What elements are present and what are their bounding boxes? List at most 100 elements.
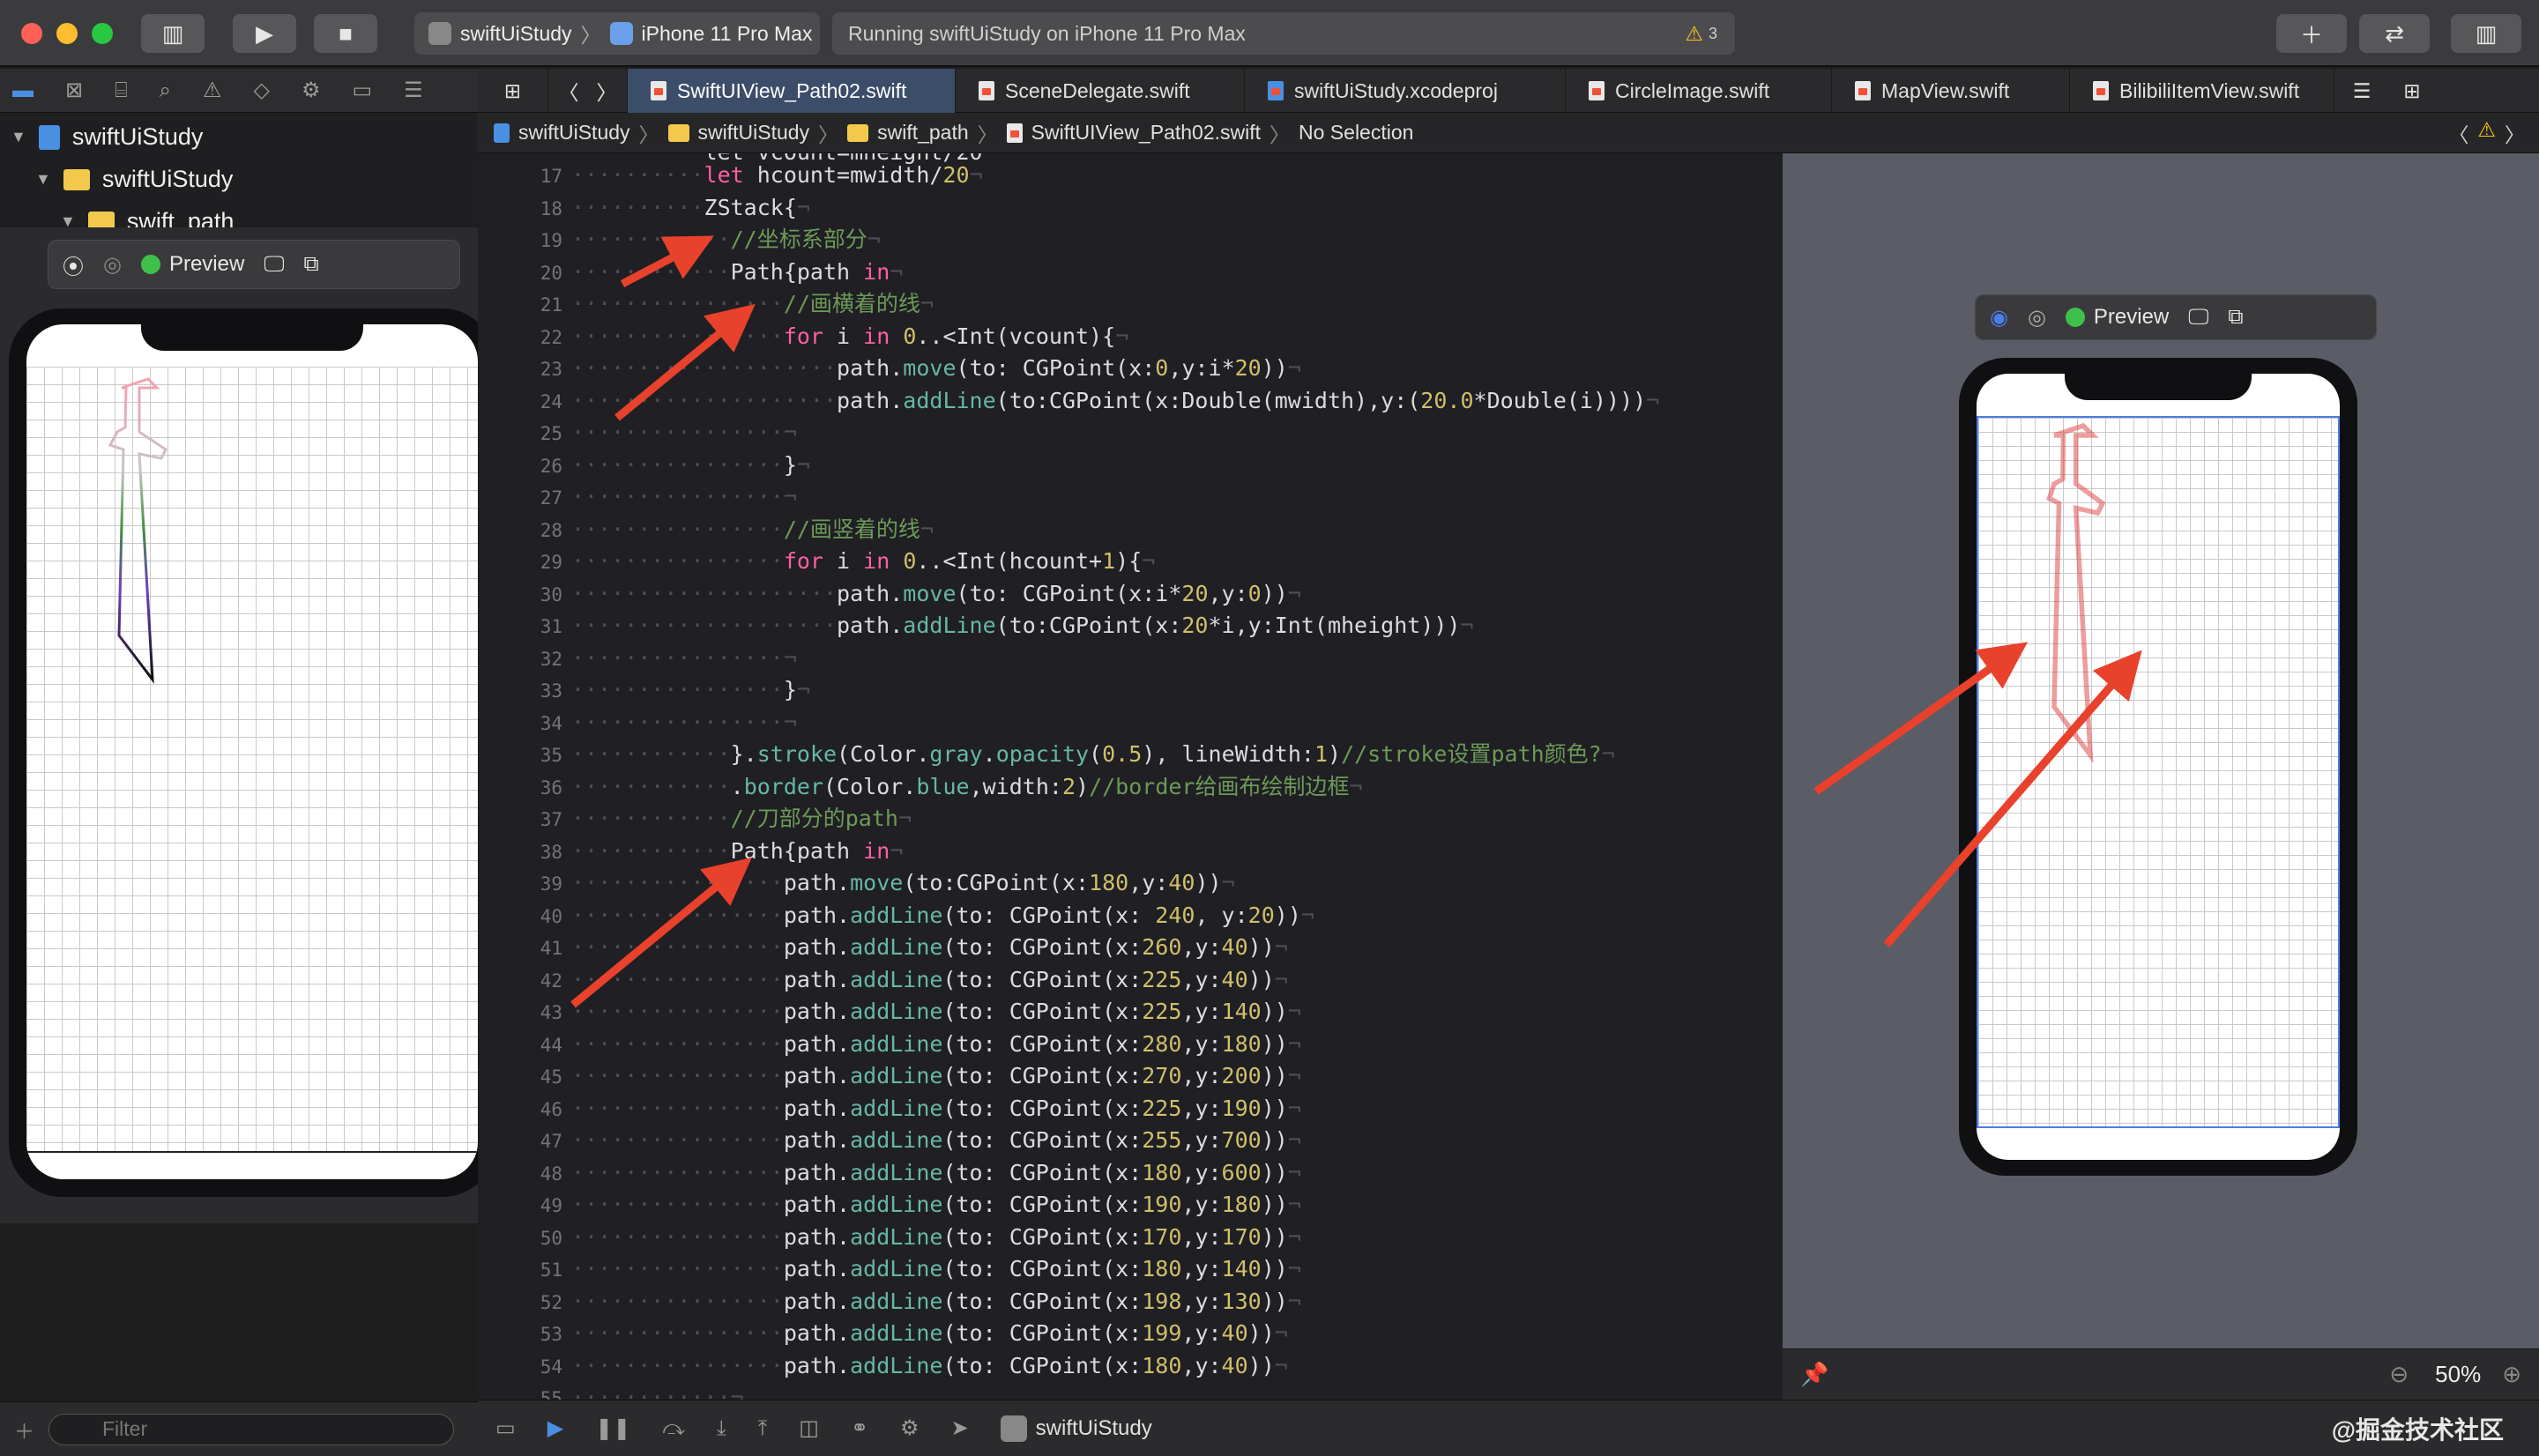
breadcrumb-file[interactable]: SwiftUIView_Path02.swift: [1031, 121, 1261, 145]
breakpoints-icon[interactable]: ▶: [547, 1415, 563, 1441]
breadcrumb-project[interactable]: swiftUiStudy: [518, 121, 630, 145]
swap-icon: ⇄: [2385, 19, 2404, 47]
duplicate-preview-icon[interactable]: ⧉: [2228, 305, 2243, 330]
disclosure-icon[interactable]: ▼: [35, 170, 51, 189]
location-icon[interactable]: ➤: [951, 1415, 969, 1441]
pin-icon[interactable]: 📌: [1800, 1361, 1828, 1388]
preview-canvas: ◉ ◎ Preview 🖵 ⧉: [1783, 153, 2539, 1348]
inspector-toggle-button[interactable]: ▥: [2451, 14, 2521, 53]
tab-circleimage[interactable]: CircleImage.swift: [1566, 69, 1832, 113]
device-settings-icon[interactable]: 🖵: [264, 252, 284, 277]
view-debugger-icon[interactable]: ◫: [799, 1415, 819, 1441]
split-icon: ⊞: [2403, 78, 2421, 102]
duplicate-preview-icon[interactable]: ⧉: [303, 252, 318, 277]
chevron-right-icon[interactable]: 〉: [597, 76, 617, 106]
app-icon: [1000, 1415, 1027, 1442]
pause-icon[interactable]: ❚❚: [595, 1415, 630, 1441]
code-line: ············Path{path in¬: [571, 837, 904, 864]
code-area[interactable]: ··········let vcount=mheight/20 ········…: [571, 153, 1779, 1400]
tab-label: MapView.swift: [1881, 78, 2010, 102]
search-icon[interactable]: ⌕: [160, 78, 171, 103]
editor-options-button[interactable]: ☰: [2334, 69, 2389, 113]
warning-count[interactable]: 3: [1709, 25, 1717, 43]
report-icon[interactable]: ☰: [404, 78, 423, 103]
filter-input[interactable]: Filter: [48, 1413, 454, 1445]
stop-button[interactable]: ■: [314, 14, 377, 53]
step-over-icon[interactable]: ⤼: [662, 1416, 685, 1441]
scheme-selector[interactable]: swiftUiStudy 〉 iPhone 11 Pro Max: [414, 12, 820, 55]
project-icon: [38, 124, 60, 150]
tab-xcodeproj[interactable]: swiftUiStudy.xcodeproj: [1245, 69, 1566, 113]
chevron-right-icon[interactable]: 〉: [2505, 118, 2525, 148]
zoom-level[interactable]: 50%: [2435, 1361, 2481, 1388]
breadcrumb-symbol[interactable]: No Selection: [1299, 121, 1413, 145]
line-number: 46: [540, 1098, 562, 1120]
breadcrumb-subgroup[interactable]: swift_path: [877, 121, 969, 145]
disclosure-icon[interactable]: ▼: [11, 128, 26, 146]
live-preview-icon[interactable]: ◉: [1990, 305, 2008, 331]
line-number: 48: [540, 1163, 562, 1185]
zoom-out-icon[interactable]: ⊖: [2389, 1361, 2409, 1388]
inspect-icon[interactable]: ◎: [103, 252, 122, 278]
library-button[interactable]: ＋: [2276, 14, 2347, 53]
breadcrumb-group[interactable]: swiftUiStudy: [698, 121, 810, 145]
memory-graph-icon[interactable]: ⚭: [851, 1415, 868, 1441]
debug-target[interactable]: swiftUiStudy: [1000, 1415, 1152, 1442]
folder-icon: [847, 123, 869, 142]
inspect-icon[interactable]: ◎: [2028, 305, 2046, 331]
navigator-filter-bar: ＋ Filter: [0, 1401, 478, 1456]
code-review-button[interactable]: ⇄: [2359, 14, 2430, 53]
preview-button[interactable]: Preview: [140, 252, 244, 277]
preview-button[interactable]: Preview: [2065, 305, 2169, 330]
tab-bilibiliitemview[interactable]: BilibiliItemView.swift: [2070, 69, 2334, 113]
warning-icon[interactable]: ⚠: [2477, 118, 2496, 148]
history-nav[interactable]: 〈〉: [548, 69, 628, 113]
add-icon[interactable]: ＋: [14, 1415, 34, 1445]
navigator-toggle-button[interactable]: ▥: [141, 14, 205, 53]
hierarchy-icon[interactable]: ⌸: [115, 78, 127, 103]
step-in-icon[interactable]: ⤓: [717, 1416, 726, 1441]
folder-icon[interactable]: ▬: [12, 78, 34, 103]
breakpoint-icon[interactable]: ▭: [352, 78, 372, 103]
filter-placeholder: Filter: [102, 1417, 148, 1440]
tab-mapview[interactable]: MapView.swift: [1832, 69, 2070, 113]
status-dot: [140, 255, 160, 274]
tab-swiftuiview-path02[interactable]: SwiftUIView_Path02.swift: [628, 69, 956, 113]
navigator-item-group[interactable]: ▼ swiftUiStudy: [35, 166, 233, 193]
line-number: 38: [540, 841, 562, 863]
code-line: ················for i in 0..<Int(hcount+…: [571, 548, 1156, 574]
code-line: ················path.addLine(to: CGPoint…: [571, 1320, 1288, 1346]
run-button[interactable]: ▶: [233, 14, 296, 53]
test-icon[interactable]: ◇: [253, 78, 269, 103]
folder-icon: [667, 123, 689, 142]
scheme-project: swiftUiStudy: [460, 21, 572, 45]
navigator-item-project[interactable]: ▼ swiftUiStudy: [11, 123, 203, 151]
source-editor[interactable]: 17 18 19 20 21 22 23 24 25 26 27 28 29 30 31 32 33 34 35 36…: [478, 153, 1783, 1400]
issue-icon[interactable]: ⚠: [203, 78, 222, 103]
zoom-in-icon[interactable]: ⊕: [2502, 1361, 2521, 1388]
environment-icon[interactable]: ⚙: [900, 1415, 920, 1441]
hide-debug-icon[interactable]: ▭: [495, 1415, 516, 1441]
chevron-left-icon[interactable]: 〈: [559, 76, 579, 106]
source-control-icon[interactable]: ⊠: [65, 78, 83, 103]
tab-scenedelegate[interactable]: SceneDelegate.swift: [956, 69, 1245, 113]
step-out-icon[interactable]: ⤒: [758, 1416, 768, 1441]
app-icon: [428, 22, 451, 45]
tab-label: SwiftUIView_Path02.swift: [677, 78, 907, 102]
project-file-icon: [1268, 81, 1284, 100]
line-number: 19: [540, 230, 562, 251]
minimize-window-button[interactable]: [56, 23, 78, 44]
code-line: ················path.addLine(to: CGPoint…: [571, 966, 1288, 992]
status-text: Running swiftUiStudy on iPhone 11 Pro Ma…: [848, 21, 1246, 45]
related-items-button[interactable]: ⊞: [478, 69, 548, 113]
close-window-button[interactable]: [21, 23, 42, 44]
device-icon: [609, 22, 633, 45]
split-editor-button[interactable]: ⊞: [2389, 69, 2435, 113]
zoom-window-button[interactable]: [92, 23, 113, 44]
chevron-left-icon[interactable]: 〈: [2448, 118, 2468, 148]
play-icon: ▶: [256, 19, 273, 47]
code-line: ················path.move(to:CGPoint(x:1…: [571, 870, 1235, 895]
device-settings-icon[interactable]: 🖵: [2188, 305, 2208, 330]
debug-icon[interactable]: ⚙: [302, 78, 321, 103]
live-preview-icon[interactable]: ⦿: [63, 249, 84, 280]
